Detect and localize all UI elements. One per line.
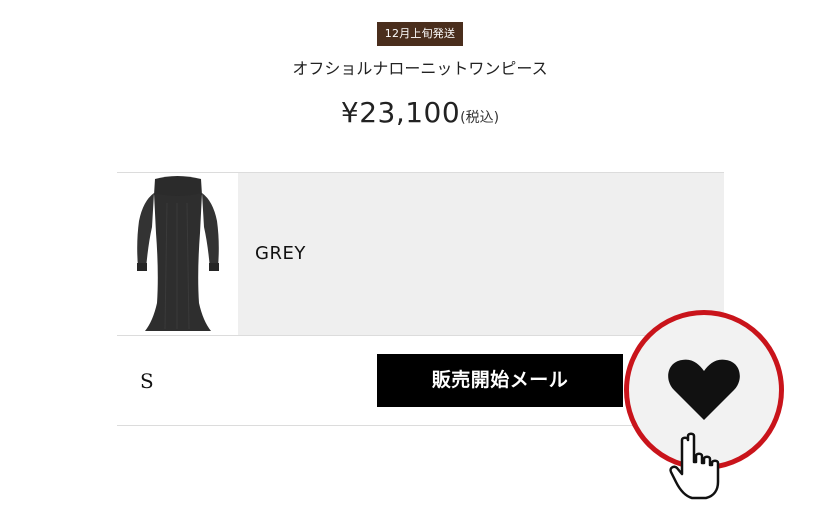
tax-note: (税込) [460,110,500,126]
product-title: オフショルナローニットワンピース [292,59,548,78]
product-price: ¥23,100(税込) [0,96,840,130]
hand-pointer-icon [669,432,720,500]
restock-notify-button[interactable]: 販売開始メール [377,354,623,407]
color-option[interactable]: GREY [238,173,724,335]
product-thumbnail [117,173,238,335]
shipping-badge: 12月上旬発送 [377,22,463,46]
heart-icon [668,359,740,420]
dress-image-icon [137,176,219,331]
color-variant-row[interactable]: GREY [117,172,724,336]
price-amount: ¥23,100 [340,96,461,129]
size-label: S [140,369,154,393]
color-label: GREY [255,243,306,264]
